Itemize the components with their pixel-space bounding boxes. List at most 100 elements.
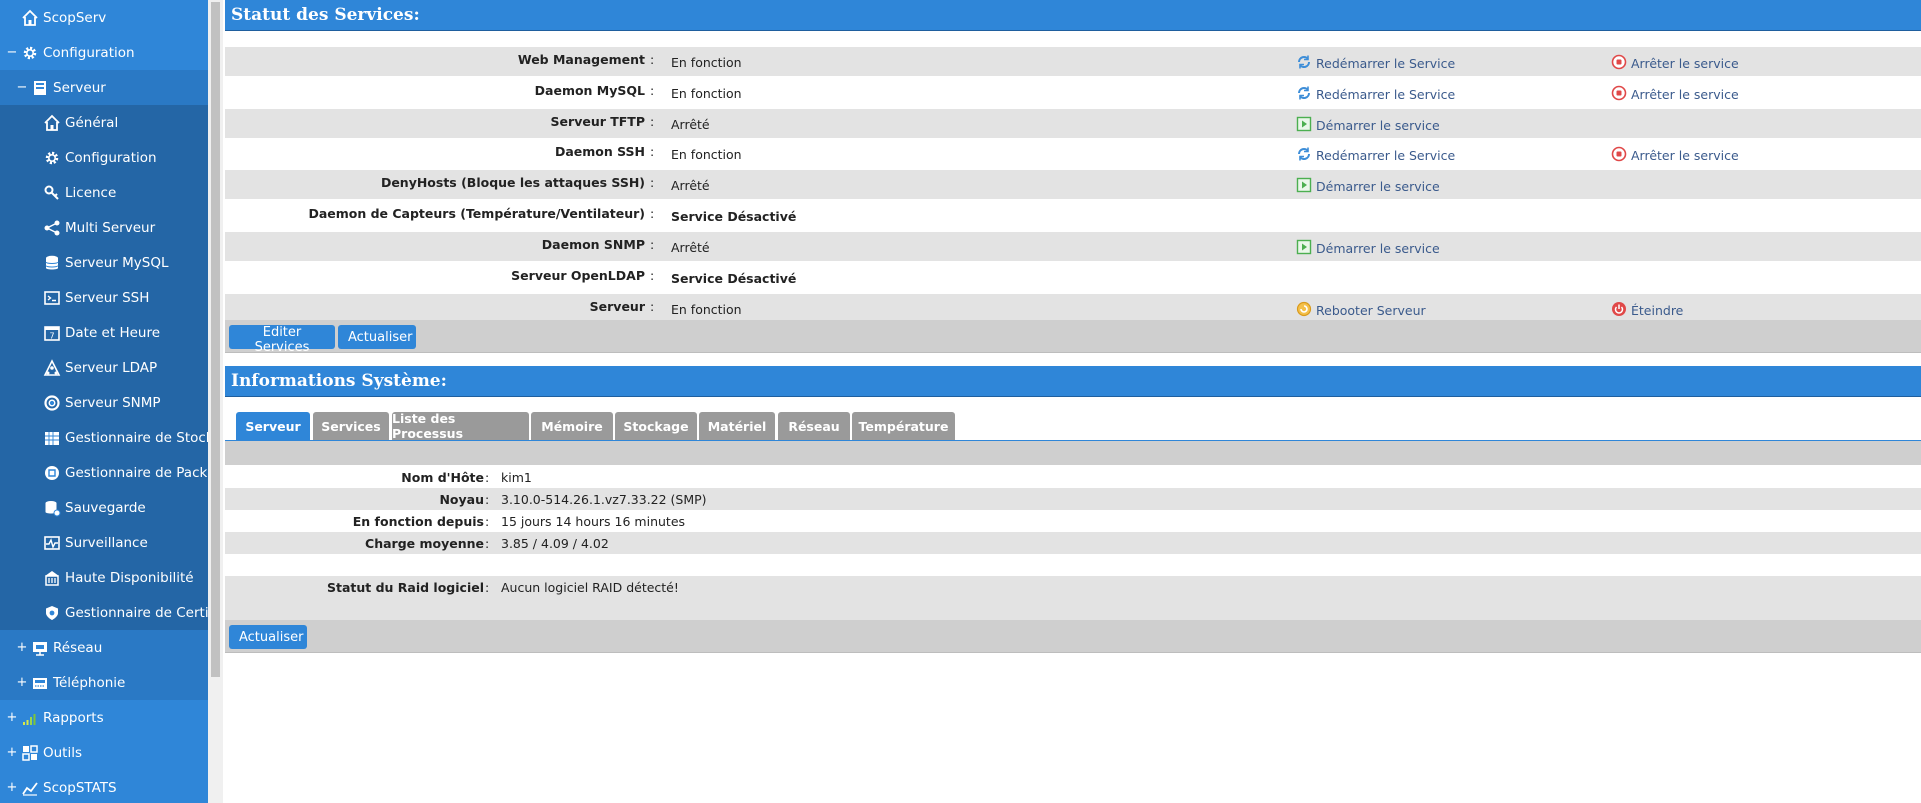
tab-7[interactable]: Température (852, 412, 955, 440)
service-action-primary[interactable]: Démarrer le service (1296, 175, 1440, 194)
sidebar-item-5[interactable]: Licence (0, 175, 208, 210)
sidebar-item-15[interactable]: Surveillance (0, 525, 208, 560)
info-label: Statut du Raid logiciel (326, 580, 484, 595)
sidebar-item-label: Général (65, 114, 119, 131)
sidebar-item-8[interactable]: Serveur SSH (0, 280, 208, 315)
scrollbar-thumb[interactable] (211, 2, 220, 677)
tab-2[interactable]: Liste des Processus (392, 411, 529, 441)
service-row: Serveur OpenLDAP: Service Désactivé (225, 263, 1921, 292)
service-action-primary[interactable]: Démarrer le service (1296, 114, 1440, 133)
sidebar-item-label: Gestionnaire de Certificats (65, 604, 208, 621)
separator-colon: : (485, 492, 490, 507)
sidebar-item-22[interactable]: + ScopSTATS (0, 770, 208, 803)
sidebar-item-2[interactable]: − Serveur (0, 70, 208, 105)
info-label: Noyau (439, 492, 484, 507)
sysinfo-refresh-button[interactable]: Actualiser (229, 625, 307, 649)
sidebar-item-0[interactable]: ScopServ (0, 0, 208, 35)
tab-5[interactable]: Matériel (699, 412, 775, 440)
service-status: Arrêté (671, 240, 710, 255)
network-icon (31, 639, 49, 657)
key-icon (43, 184, 61, 202)
sidebar-expand-toggle[interactable]: + (6, 710, 18, 725)
tab-6[interactable]: Réseau (778, 412, 850, 440)
tab-4[interactable]: Stockage (615, 412, 697, 440)
sidebar-item-12[interactable]: Gestionnaire de Stockage (0, 420, 208, 455)
sidebar-item-label: Date et Heure (65, 324, 161, 341)
sidebar-item-label: Surveillance (65, 534, 148, 551)
gear-icon (43, 149, 61, 167)
info-label: Nom d'Hôte (401, 470, 484, 485)
restart-icon (1296, 85, 1316, 101)
separator-colon: : (650, 299, 655, 314)
sidebar-item-4[interactable]: Configuration (0, 140, 208, 175)
info-label: En fonction depuis (352, 514, 484, 529)
service-action-primary[interactable]: Démarrer le service (1296, 237, 1440, 256)
action-label: Redémarrer le Service (1316, 148, 1456, 163)
sidebar-item-19[interactable]: + Téléphonie (0, 665, 208, 700)
server-icon (31, 79, 49, 97)
sidebar-item-label: Rapports (43, 709, 104, 726)
sidebar-expand-toggle[interactable]: + (6, 780, 18, 795)
service-action-primary[interactable]: Redémarrer le Service (1296, 144, 1455, 163)
info-row: En fonction depuis:15 jours 14 hours 16 … (225, 510, 1921, 532)
tab-1[interactable]: Services (313, 412, 389, 440)
sidebar-expand-toggle[interactable]: + (16, 675, 28, 690)
certificate-icon (43, 604, 61, 622)
sidebar-expand-toggle[interactable]: − (6, 45, 18, 60)
sidebar-item-9[interactable]: 7 Date et Heure (0, 315, 208, 350)
scrollbar[interactable] (208, 0, 223, 803)
services-button-bar: Editer Services Actualiser (225, 320, 1921, 355)
sidebar-item-10[interactable]: Serveur LDAP (0, 350, 208, 385)
start-icon (1296, 116, 1316, 132)
sidebar-item-label: ScopServ (43, 9, 107, 26)
service-name-cell: Serveur OpenLDAP (225, 263, 645, 292)
sidebar-expand-toggle[interactable]: + (16, 640, 28, 655)
sidebar-item-21[interactable]: + Outils (0, 735, 208, 770)
service-action-primary[interactable]: Rebooter Serveur (1296, 299, 1426, 318)
restart-icon (1296, 54, 1316, 70)
action-label: Arrêter le service (1631, 56, 1739, 71)
service-action-primary[interactable]: Redémarrer le Service (1296, 52, 1455, 71)
sidebar-item-label: Téléphonie (53, 674, 126, 691)
sidebar-item-3[interactable]: Général (0, 105, 208, 140)
sidebar-item-20[interactable]: + Rapports (0, 700, 208, 735)
service-action-secondary[interactable]: Arrêter le service (1611, 83, 1739, 102)
storage-icon (43, 429, 61, 447)
sidebar-item-7[interactable]: Serveur MySQL (0, 245, 208, 280)
service-row: Daemon SNMP: Arrêté Démarrer le service (225, 232, 1921, 261)
tab-3[interactable]: Mémoire (531, 412, 613, 440)
service-name: DenyHosts (Bloque les attaques SSH) (380, 175, 645, 190)
tab-0[interactable]: Serveur (236, 412, 310, 440)
services-refresh-button[interactable]: Actualiser (338, 325, 416, 349)
sidebar-item-18[interactable]: + Réseau (0, 630, 208, 665)
service-row: Daemon MySQL: En fonction Redémarrer le Se… (225, 78, 1921, 107)
sidebar-item-14[interactable]: Sauvegarde (0, 490, 208, 525)
service-row: Daemon SSH: En fonction Redémarrer le Serv… (225, 139, 1921, 168)
sidebar-item-label: Serveur SNMP (65, 394, 161, 411)
service-name-cell: Web Management (225, 47, 645, 76)
sidebar-item-16[interactable]: Haute Disponibilité (0, 560, 208, 595)
info-row (225, 554, 1921, 576)
edit-services-button[interactable]: Editer Services (229, 325, 335, 355)
sidebar-item-label: Réseau (53, 639, 103, 656)
sidebar-item-17[interactable]: Gestionnaire de Certificats (0, 595, 208, 630)
sidebar-item-13[interactable]: Gestionnaire de Packages (0, 455, 208, 490)
service-action-secondary[interactable]: Éteindre (1611, 299, 1683, 318)
stop-icon (1611, 85, 1631, 101)
separator-colon: : (485, 536, 490, 551)
sidebar-expand-toggle[interactable]: + (6, 745, 18, 760)
sidebar-item-11[interactable]: Serveur SNMP (0, 385, 208, 420)
sysinfo-panel-title: Informations Système: (225, 366, 1921, 397)
separator-colon: : (650, 114, 655, 129)
sidebar-expand-toggle[interactable]: − (16, 80, 28, 95)
service-action-primary[interactable]: Redémarrer le Service (1296, 83, 1455, 102)
service-action-secondary[interactable]: Arrêter le service (1611, 52, 1739, 71)
sidebar-item-1[interactable]: − Configuration (0, 35, 208, 70)
sidebar-item-label: Haute Disponibilité (65, 569, 194, 586)
service-action-secondary[interactable]: Arrêter le service (1611, 144, 1739, 163)
info-value: Aucun logiciel RAID détecté! (501, 580, 679, 595)
sidebar-item-6[interactable]: Multi Serveur (0, 210, 208, 245)
service-name-cell: Daemon de Capteurs (Température/Ventilat… (225, 201, 645, 230)
package-icon (43, 464, 61, 482)
sidebar-item-label: Configuration (65, 149, 157, 166)
